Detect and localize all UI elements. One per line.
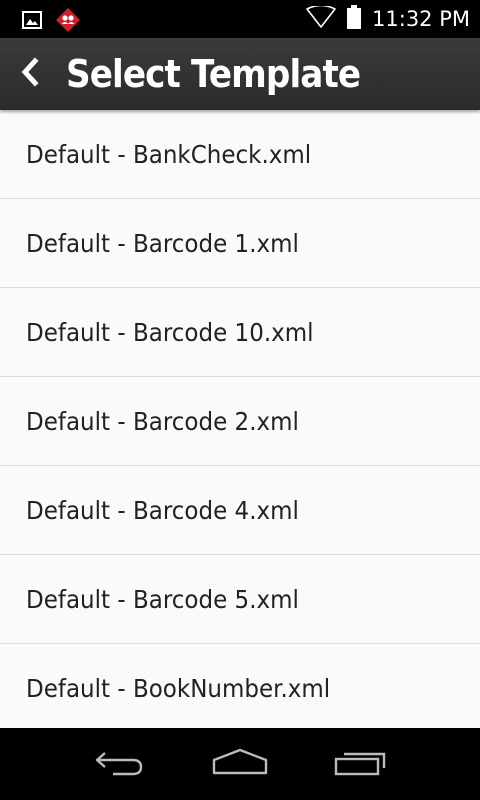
recents-nav-icon bbox=[333, 747, 389, 781]
clock: 11:32 PM bbox=[372, 7, 470, 31]
list-item[interactable]: Default - Barcode 1.xml bbox=[0, 199, 480, 288]
list-item-label: Default - Barcode 5.xml bbox=[26, 584, 299, 614]
status-bar: 11:32 PM bbox=[0, 0, 480, 38]
action-bar: Select Template bbox=[0, 38, 480, 110]
back-nav-icon bbox=[93, 747, 147, 781]
list-item[interactable]: Default - BankCheck.xml bbox=[0, 110, 480, 199]
navigation-bar bbox=[0, 728, 480, 800]
list-item-label: Default - Barcode 2.xml bbox=[26, 406, 299, 436]
wifi-icon bbox=[306, 4, 336, 32]
app-notification-icon bbox=[56, 8, 80, 36]
list-item-label: Default - Barcode 10.xml bbox=[26, 317, 314, 347]
nav-recents-button[interactable] bbox=[326, 744, 396, 784]
notification-area bbox=[22, 8, 80, 36]
screen: 11:32 PM Select Template Default - BankC… bbox=[0, 0, 480, 800]
list-item[interactable]: Default - Barcode 10.xml bbox=[0, 288, 480, 377]
list-item-label: Default - BankCheck.xml bbox=[26, 139, 312, 169]
list-item[interactable]: Default - Barcode 4.xml bbox=[0, 466, 480, 555]
system-status: 11:32 PM bbox=[306, 0, 470, 38]
list-item-label: Default - Barcode 4.xml bbox=[26, 495, 299, 525]
nav-home-button[interactable] bbox=[205, 744, 275, 784]
page-title: Select Template bbox=[66, 52, 361, 96]
template-list[interactable]: Default - BankCheck.xml Default - Barcod… bbox=[0, 110, 480, 728]
list-item[interactable]: Default - Barcode 2.xml bbox=[0, 377, 480, 466]
back-button[interactable] bbox=[0, 38, 60, 110]
list-item[interactable]: Default - Barcode 5.xml bbox=[0, 555, 480, 644]
list-item-label: Default - BookNumber.xml bbox=[26, 673, 331, 703]
list-item[interactable]: Default - BookNumber.xml bbox=[0, 644, 480, 728]
nav-back-button[interactable] bbox=[85, 744, 155, 784]
list-item-label: Default - Barcode 1.xml bbox=[26, 228, 299, 258]
home-nav-icon bbox=[211, 747, 269, 781]
image-notification-icon bbox=[22, 10, 42, 34]
battery-icon bbox=[346, 5, 362, 33]
chevron-left-icon bbox=[20, 57, 40, 91]
